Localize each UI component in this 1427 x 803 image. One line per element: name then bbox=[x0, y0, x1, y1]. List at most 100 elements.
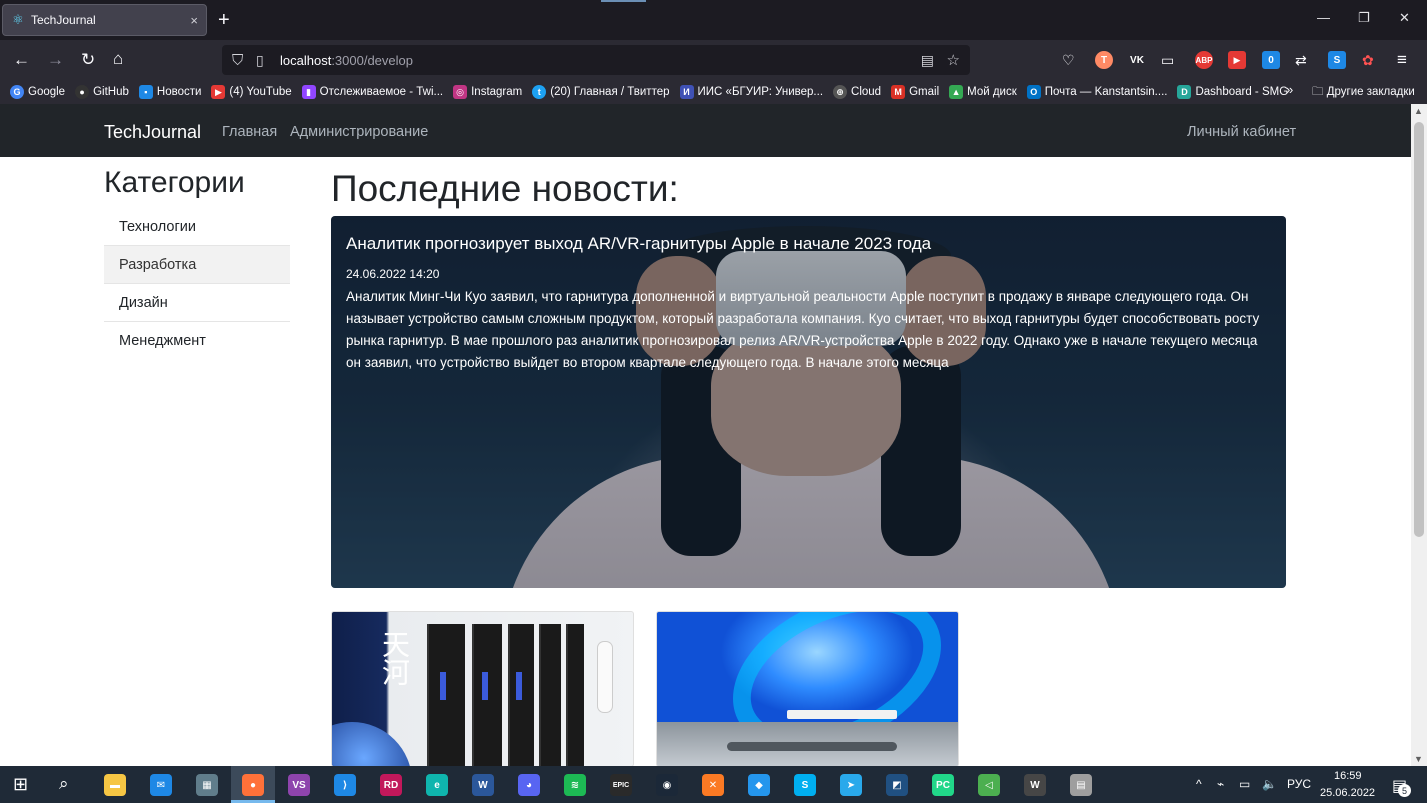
minimize-window-button[interactable]: — bbox=[1317, 10, 1330, 25]
tab-strip-accent bbox=[601, 0, 646, 2]
adblock-plus-icon[interactable]: ABP bbox=[1195, 51, 1213, 69]
volume-icon[interactable]: 🔈 bbox=[1262, 777, 1277, 791]
featured-news-card[interactable]: Аналитик прогнозирует выход AR/VR-гарнит… bbox=[331, 216, 1286, 588]
youtube-extension-icon[interactable]: ▶ bbox=[1228, 51, 1246, 69]
epic-games-icon[interactable]: EPIC bbox=[610, 774, 632, 796]
spotify-icon[interactable]: ≋ bbox=[564, 774, 586, 796]
pocket-icon[interactable]: ♡ bbox=[1062, 50, 1075, 70]
bookmark-twitter[interactable]: t (20) Главная / Твиттер bbox=[532, 85, 670, 99]
server-rack-image bbox=[427, 624, 465, 766]
docker-icon[interactable]: ◆ bbox=[748, 774, 770, 796]
wordpress-icon[interactable]: W bbox=[1024, 774, 1046, 796]
outlook-icon: O bbox=[1026, 85, 1041, 99]
home-icon[interactable]: ⌂ bbox=[113, 49, 123, 69]
scroll-up-arrow-icon[interactable]: ▲ bbox=[1414, 106, 1423, 116]
clock-date[interactable]: 25.06.2022 bbox=[1320, 787, 1375, 799]
close-tab-icon[interactable]: × bbox=[190, 13, 198, 28]
windows-start-icon[interactable]: ⊞ bbox=[13, 774, 28, 795]
bookmark-instagram[interactable]: ◎ Instagram bbox=[453, 85, 522, 99]
close-window-button[interactable]: ✕ bbox=[1399, 10, 1410, 26]
reader-mode-icon[interactable]: ▭ bbox=[1161, 50, 1174, 70]
vpn-icon[interactable]: ◁ bbox=[978, 774, 1000, 796]
tianhe-sign-text: 天河 bbox=[378, 630, 411, 686]
bookmark-outlook[interactable]: O Почта — Kanstantsin.... bbox=[1026, 85, 1167, 99]
page-info-icon[interactable]: ▯ bbox=[256, 52, 280, 69]
reload-icon[interactable]: ↻ bbox=[81, 50, 95, 70]
edge-icon[interactable]: e bbox=[426, 774, 448, 796]
new-tab-button[interactable]: + bbox=[218, 9, 230, 31]
telegram-icon[interactable]: ➤ bbox=[840, 774, 862, 796]
category-item-management[interactable]: Менеджмент bbox=[104, 322, 290, 360]
twitch-icon: ▮ bbox=[301, 85, 316, 99]
scrollbar-thumb[interactable] bbox=[1414, 122, 1424, 537]
instagram-icon: ◎ bbox=[453, 85, 468, 99]
nav-link-admin[interactable]: Администрирование bbox=[290, 124, 428, 140]
reader-view-icon[interactable]: ▤ bbox=[921, 52, 934, 69]
clock-time[interactable]: 16:59 bbox=[1334, 770, 1362, 782]
extension-vk-icon[interactable]: VK bbox=[1128, 51, 1146, 69]
rack-light-image bbox=[482, 672, 488, 700]
category-item-technology[interactable]: Технологии bbox=[104, 208, 290, 246]
news-card-supercomputer[interactable]: 天河 bbox=[331, 611, 634, 767]
page-scrollbar[interactable]: ▲ ▼ bbox=[1411, 104, 1427, 766]
extension-s-icon[interactable]: S bbox=[1328, 51, 1346, 69]
translate-icon[interactable]: ⇄ bbox=[1295, 50, 1307, 70]
back-arrow-icon[interactable]: ← bbox=[13, 50, 30, 70]
site-brand[interactable]: TechJournal bbox=[104, 122, 201, 143]
sourcetree-icon[interactable]: ◩ bbox=[886, 774, 908, 796]
bookmark-drive[interactable]: ▲ Мой диск bbox=[949, 85, 1017, 99]
vscode-icon[interactable]: ⟩ bbox=[334, 774, 356, 796]
bookmark-google[interactable]: G Google bbox=[10, 85, 65, 99]
url-host: localhost bbox=[280, 52, 332, 68]
file-explorer-icon[interactable]: ▬ bbox=[104, 774, 126, 796]
bookmark-star-icon[interactable]: ☆ bbox=[947, 51, 960, 69]
bookmark-cloud[interactable]: ⊕ Cloud bbox=[833, 85, 881, 99]
firefox-icon[interactable]: ● bbox=[242, 774, 264, 796]
news-icon: ▪ bbox=[138, 85, 153, 99]
mail-icon[interactable]: ✉ bbox=[150, 774, 172, 796]
gift-icon[interactable]: ✿ bbox=[1362, 50, 1374, 70]
skype-icon[interactable]: S bbox=[794, 774, 816, 796]
globe-icon: ⊕ bbox=[833, 85, 848, 99]
search-icon[interactable]: ⌕ bbox=[59, 774, 69, 794]
nav-link-home[interactable]: Главная bbox=[222, 124, 277, 140]
browser-tab-techjournal[interactable]: ⚛ TechJournal × bbox=[2, 4, 207, 36]
display-icon[interactable]: ▭ bbox=[1239, 777, 1250, 791]
scroll-down-arrow-icon[interactable]: ▼ bbox=[1414, 754, 1423, 764]
latest-news-title: Последние новости: bbox=[331, 168, 679, 209]
category-item-design[interactable]: Дизайн bbox=[104, 284, 290, 322]
bookmark-github[interactable]: ● GitHub bbox=[75, 85, 129, 99]
discord-icon[interactable]: ◕ bbox=[518, 774, 540, 796]
bookmark-news[interactable]: ▪ Новости bbox=[138, 85, 201, 99]
tracking-shield-icon[interactable]: ⛉ bbox=[232, 52, 256, 69]
category-item-development[interactable]: Разработка bbox=[104, 246, 290, 284]
extension-t-icon[interactable]: T bbox=[1095, 51, 1113, 69]
show-hidden-icons-chevron-icon[interactable]: ^ bbox=[1196, 777, 1202, 791]
bookmark-gmail[interactable]: M Gmail bbox=[891, 85, 939, 99]
maximize-window-button[interactable]: ❐ bbox=[1358, 10, 1370, 26]
steam-icon[interactable]: ◉ bbox=[656, 774, 678, 796]
word-icon[interactable]: W bbox=[472, 774, 494, 796]
taskbar-image bbox=[787, 710, 897, 719]
db-tool-icon[interactable]: ▤ bbox=[1070, 774, 1092, 796]
visual-studio-icon[interactable]: VS bbox=[288, 774, 310, 796]
pycharm-icon[interactable]: PC bbox=[932, 774, 954, 796]
more-bookmarks-chevron-icon[interactable]: » bbox=[1286, 82, 1293, 97]
calculator-icon[interactable]: ▦ bbox=[196, 774, 218, 796]
bookmark-bsuir[interactable]: И ИИС «БГУИР: Универ... bbox=[679, 85, 823, 99]
bookmark-youtube[interactable]: ▶ (4) YouTube bbox=[211, 85, 292, 99]
featured-news-title[interactable]: Аналитик прогнозирует выход AR/VR-гарнит… bbox=[346, 234, 931, 254]
network-icon[interactable]: ⌁ bbox=[1217, 777, 1224, 791]
nav-link-account[interactable]: Личный кабинет bbox=[1187, 124, 1296, 140]
news-card-windows-laptop[interactable] bbox=[656, 611, 959, 767]
rider-icon[interactable]: RD bbox=[380, 774, 402, 796]
address-bar[interactable]: ⛉ ▯ localhost:3000/develop ▤ ☆ bbox=[222, 45, 970, 75]
other-bookmarks-folder[interactable]: 🗀 Другие закладки bbox=[1312, 84, 1415, 103]
bookmark-twitch[interactable]: ▮ Отслеживаемое - Twi... bbox=[301, 85, 443, 99]
bookmark-dashboard[interactable]: D Dashboard - SMG bbox=[1177, 85, 1288, 99]
extension-badge-icon[interactable]: 0 bbox=[1262, 51, 1280, 69]
menu-icon[interactable]: ≡ bbox=[1397, 50, 1407, 70]
xampp-icon[interactable]: ✕ bbox=[702, 774, 724, 796]
input-language[interactable]: РУС bbox=[1287, 777, 1311, 791]
forward-arrow-icon[interactable]: → bbox=[47, 50, 64, 70]
